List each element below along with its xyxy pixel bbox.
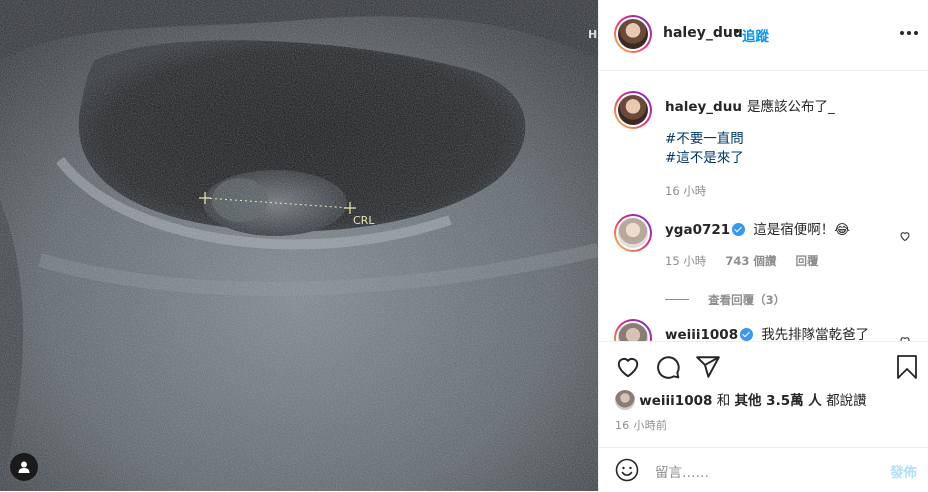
hashtag-link[interactable]: #這不是來了 — [665, 149, 915, 168]
comment-icon[interactable] — [655, 354, 681, 384]
separator-dot: • — [733, 24, 742, 40]
commenter-avatar[interactable] — [614, 214, 652, 252]
comment-time: 15 小時 — [665, 254, 707, 268]
liker-avatar[interactable] — [615, 390, 635, 410]
hashtag-link[interactable]: #不要一直問 — [665, 130, 915, 149]
caption: haley_duu 是應該公布了_ #不要一直問 #這不是來了 16 小時 — [665, 95, 915, 199]
caption-avatar[interactable] — [614, 91, 652, 129]
comment-likes[interactable]: 743 個讚 — [725, 254, 776, 268]
add-comment-bar: 留言…… 發佈 — [599, 447, 928, 492]
commenter-username[interactable]: weiii1008 — [665, 327, 738, 341]
user-tag-icon[interactable] — [10, 453, 38, 481]
likes-others[interactable]: 其他 3.5萬 人 — [734, 393, 821, 409]
more-options-icon[interactable] — [900, 26, 918, 40]
caption-text: 是應該公布了_ — [747, 99, 835, 115]
post-header: haley_duu • 追蹤 — [599, 0, 928, 71]
commenter-avatar[interactable] — [614, 319, 652, 341]
view-replies-button[interactable]: 查看回覆（3） — [708, 293, 785, 307]
liker-username[interactable]: weiii1008 — [639, 393, 712, 409]
post-comment-button[interactable]: 發佈 — [890, 461, 917, 481]
likes-summary: weiii1008 和 其他 3.5萬 人 都說讚 — [615, 389, 867, 410]
likes-suffix: 都說讚 — [826, 393, 867, 409]
comment-input[interactable]: 留言…… — [655, 461, 709, 481]
verified-badge-icon — [732, 223, 746, 236]
author-avatar[interactable] — [614, 15, 652, 53]
author-username[interactable]: haley_duu — [663, 25, 743, 41]
bookmark-icon[interactable] — [895, 354, 919, 384]
likes-connector: 和 — [716, 393, 731, 409]
corner-letter: H — [588, 28, 597, 41]
verified-badge-icon — [740, 328, 754, 341]
comment-text: 這是宿便啊！😂 — [753, 222, 851, 238]
post-sidebar: haley_duu • 追蹤 haley_duu 是應該公布了_ #不要一直問 … — [598, 0, 928, 491]
caption-time: 16 小時 — [665, 184, 707, 198]
divider-line — [665, 299, 689, 300]
comment-heart-icon[interactable] — [899, 332, 911, 341]
post-image[interactable]: CRL H — [0, 0, 598, 491]
heart-icon[interactable] — [615, 354, 641, 384]
paper-plane-icon[interactable] — [695, 354, 721, 384]
reply-button[interactable]: 回覆 — [796, 254, 819, 268]
caption-username[interactable]: haley_duu — [665, 99, 742, 115]
action-bar — [599, 341, 928, 392]
comments-list[interactable]: haley_duu 是應該公布了_ #不要一直問 #這不是來了 16 小時 yg… — [599, 71, 928, 341]
comment-heart-icon[interactable] — [899, 227, 911, 246]
post-timestamp[interactable]: 16 小時前 — [615, 417, 667, 433]
comment-item: weiii1008 我先排隊當乾爸了🙌 — [665, 323, 885, 341]
ultrasound-image: CRL H — [0, 0, 598, 491]
follow-button[interactable]: 追蹤 — [742, 25, 769, 45]
comment-item: yga0721 這是宿便啊！😂 15 小時 743 個讚 回覆 查看回覆（3） — [665, 218, 885, 308]
smiley-icon[interactable] — [615, 458, 639, 486]
commenter-username[interactable]: yga0721 — [665, 222, 730, 238]
crl-label: CRL — [353, 214, 375, 227]
